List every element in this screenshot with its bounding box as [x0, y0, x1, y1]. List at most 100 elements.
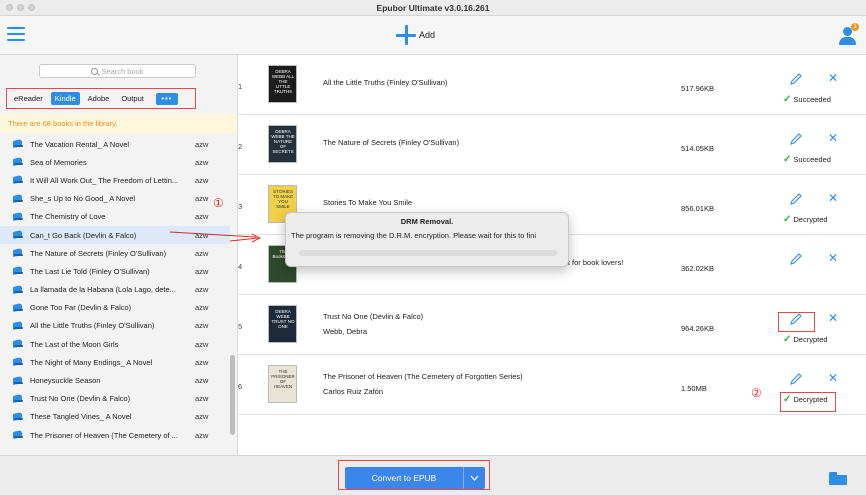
table-row[interactable]: 2 DEBRA WEBB THE NATURE OF SECRETS The Nat…	[238, 115, 866, 175]
step-marker-2: ②	[751, 386, 762, 400]
list-item[interactable]: The Last Lie Told (Finley O'Sullivan) azw	[0, 262, 230, 280]
close-icon[interactable]: ✕	[828, 311, 838, 325]
add-button[interactable]: Add	[396, 22, 435, 48]
book-format: azw	[195, 376, 209, 386]
scrollbar[interactable]	[230, 355, 235, 435]
book-title: Honeysuckle Season	[30, 376, 101, 386]
book-format: azw	[195, 194, 209, 204]
list-item[interactable]: The Last of the Moon Girls azw	[0, 335, 230, 353]
list-item[interactable]: It Will All Work Out_ The Freedom of Let…	[0, 171, 230, 189]
tab-ereader[interactable]: eReader	[10, 92, 47, 105]
hamburger-icon[interactable]	[7, 27, 25, 41]
book-title: La llamada de la Habana (Lola Lago, dete…	[30, 285, 176, 295]
list-item[interactable]: Trust No One (Devlin & Falco) azw	[0, 390, 230, 408]
list-item[interactable]: Sea of Memories azw	[0, 153, 230, 171]
queue-book-author: Carlos Ruiz Zafón	[323, 387, 384, 396]
book-format: azw	[195, 266, 209, 276]
list-item[interactable]: Gone Too Far (Devlin & Falco) azw	[0, 299, 230, 317]
book-format: azw	[195, 157, 209, 167]
book-icon	[13, 339, 24, 349]
status-text: Decrypted	[793, 215, 828, 224]
queue-book-title: Trust No One (Devlin & Falco)	[323, 312, 424, 321]
edit-icon[interactable]	[789, 72, 803, 86]
convert-button[interactable]: Convert to EPUB	[345, 467, 485, 489]
more-tabs-button[interactable]: •••	[155, 92, 178, 105]
table-row[interactable]: 6 THE PRISONER OF HEAVEN The Prisoner of H…	[238, 355, 866, 415]
table-row[interactable]: 1 DEBRA WEBB ALL THE LITTLE TRUTHS All the…	[238, 55, 866, 115]
book-title: She_s Up to No Good_ A Novel	[30, 194, 136, 204]
book-title: The Night of Many Endings_ A Novel	[30, 357, 153, 367]
book-title: It Will All Work Out_ The Freedom of Let…	[30, 175, 179, 185]
close-icon[interactable]: ✕	[828, 371, 838, 385]
book-format: azw	[195, 430, 209, 440]
edit-icon[interactable]	[789, 252, 803, 266]
window-controls[interactable]	[6, 4, 35, 11]
table-row[interactable]: 5 DEBRA WEBB TRUST NO ONE Trust No One (De…	[238, 295, 866, 355]
list-item[interactable]: La llamada de la Habana (Lola Lago, dete…	[0, 281, 230, 299]
edit-icon[interactable]	[789, 132, 803, 146]
tab-output[interactable]: Output	[117, 92, 148, 105]
close-icon[interactable]: ✕	[828, 71, 838, 85]
notification-badge: 1	[851, 23, 859, 31]
list-item[interactable]: She_s Up to No Good_ A Novel azw	[0, 190, 230, 208]
chevron-down-icon[interactable]	[463, 467, 485, 489]
user-icon[interactable]: 1	[836, 22, 860, 46]
title-bar: Epubor Ultimate v3.0.16.261	[0, 0, 866, 16]
list-item[interactable]: All the Little Truths (Finley O'Sullivan…	[0, 317, 230, 335]
file-size: 1.50MB	[681, 384, 707, 393]
list-item[interactable]: The Chemistry of Love azw	[0, 208, 230, 226]
list-item[interactable]: The Night of Many Endings_ A Novel azw	[0, 353, 230, 371]
plus-icon	[396, 25, 416, 45]
zoom-window-button[interactable]	[28, 4, 35, 11]
cover-text: DEBRA WEBB ALL THE LITTLE TRUTHS	[271, 69, 295, 94]
tab-adobe[interactable]: Adobe	[84, 92, 114, 105]
library-count: There are 68 books in the library.	[0, 114, 237, 133]
tab-kindle[interactable]: Kindle	[50, 92, 80, 105]
search-placeholder: Search book	[101, 66, 144, 76]
search-input[interactable]: Search book	[39, 64, 196, 78]
status-text: Succeeded	[793, 155, 831, 164]
edit-icon[interactable]	[789, 192, 803, 206]
book-cover: DEBRA WEBB ALL THE LITTLE TRUTHS	[268, 65, 297, 103]
book-title: The Nature of Secrets (Finley O'Sullivan…	[30, 248, 167, 258]
book-title: The Last Lie Told (Finley O'Sullivan)	[30, 266, 150, 276]
step-marker-1: ①	[213, 196, 224, 210]
row-number: 6	[238, 382, 243, 391]
close-icon[interactable]: ✕	[828, 251, 838, 265]
book-format: azw	[195, 248, 209, 258]
folder-icon[interactable]	[829, 472, 847, 485]
row-number: 1	[238, 82, 243, 91]
drag-arrow-annotation	[170, 231, 262, 243]
book-icon	[13, 230, 24, 240]
book-icon	[13, 212, 24, 222]
edit-highlight	[778, 312, 815, 332]
book-format: azw	[195, 139, 209, 149]
close-window-button[interactable]	[6, 4, 13, 11]
status-highlight	[780, 392, 836, 412]
list-item[interactable]: Honeysuckle Season azw	[0, 371, 230, 389]
book-format: azw	[195, 175, 209, 185]
cover-text: DEBRA WEBB THE NATURE OF SECRETS	[271, 129, 295, 154]
book-title: The Vacation Rental_ A Novel	[30, 139, 130, 149]
check-icon: ✓	[783, 214, 792, 225]
close-icon[interactable]: ✕	[828, 131, 838, 145]
book-icon	[13, 285, 24, 295]
bottom-bar: Convert to EPUB	[0, 455, 866, 495]
file-size: 517.96KB	[681, 84, 714, 93]
status-badge: ✓ Decrypted	[783, 214, 828, 225]
close-icon[interactable]: ✕	[828, 191, 838, 205]
minimize-window-button[interactable]	[17, 4, 24, 11]
edit-icon[interactable]	[789, 372, 803, 386]
list-item[interactable]: These Tangled Vines_ A Novel azw	[0, 408, 230, 426]
book-format: azw	[195, 321, 209, 331]
library-sidebar: Search book eReader Kindle Adobe Output …	[0, 55, 238, 455]
book-title: These Tangled Vines_ A Novel	[30, 412, 132, 422]
row-number: 2	[238, 142, 243, 151]
list-item[interactable]: The Prisoner of Heaven (The Cemetery of …	[0, 426, 230, 444]
status-text: Decrypted	[793, 335, 828, 344]
row-number: 4	[238, 262, 243, 271]
book-title: All the Little Truths (Finley O'Sullivan…	[30, 321, 155, 331]
status-badge: ✓ Succeeded	[783, 154, 831, 165]
list-item[interactable]: The Vacation Rental_ A Novel azw	[0, 135, 230, 153]
list-item[interactable]: The Nature of Secrets (Finley O'Sullivan…	[0, 244, 230, 262]
